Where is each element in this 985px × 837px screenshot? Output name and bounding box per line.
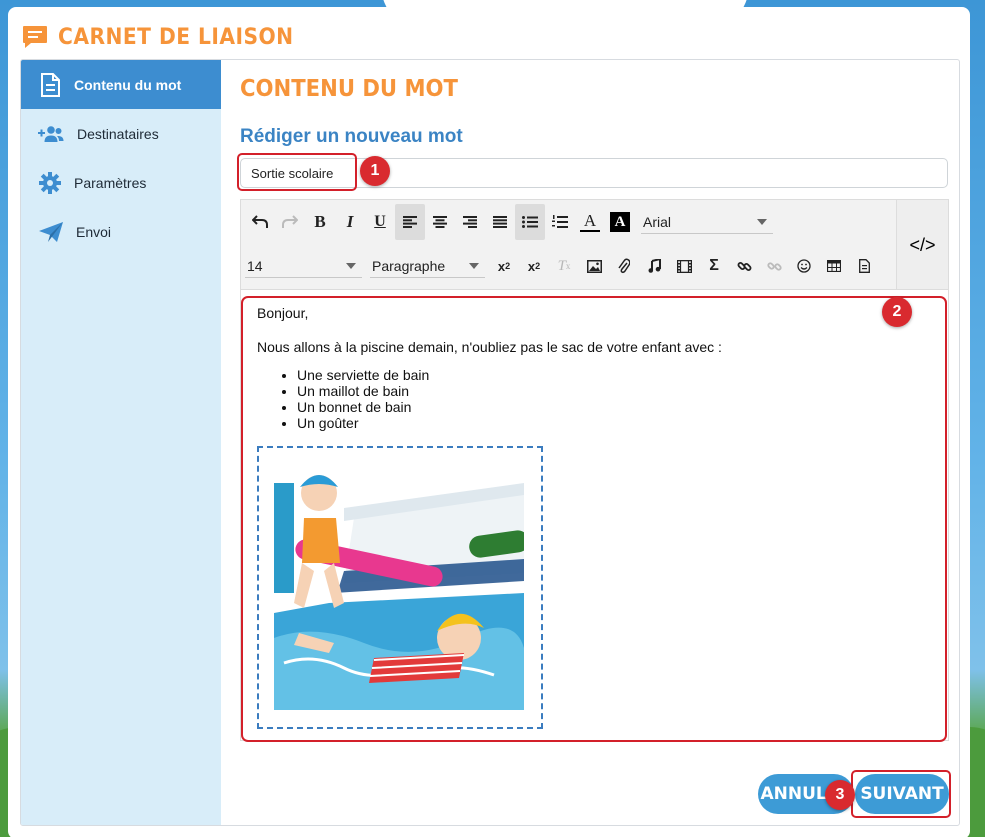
users-icon: [38, 122, 64, 146]
bullet-list-icon[interactable]: [515, 204, 545, 240]
block-format-value: Paragraphe: [372, 257, 446, 274]
sidebar-item-envoi[interactable]: Envoi: [21, 207, 221, 256]
sidebar-item-label: Paramètres: [74, 174, 147, 191]
align-left-icon[interactable]: [395, 204, 425, 240]
app-window: CARNET DE LIAISON Contenu du mot Destina…: [8, 7, 970, 837]
subscript-glyph: x: [497, 258, 506, 274]
code-icon[interactable]: </>: [896, 200, 948, 290]
superscript-glyph: x: [527, 258, 536, 274]
message-icon: [21, 23, 49, 51]
page-subtitle: Rédiger un nouveau mot: [240, 126, 463, 147]
sidebar-item-destinataires[interactable]: Destinataires: [21, 109, 221, 158]
font-color-bar: [580, 229, 600, 232]
emoji-icon[interactable]: [789, 248, 819, 284]
italic-icon[interactable]: I: [335, 204, 365, 240]
document-icon: [38, 72, 62, 97]
highlight-box-3: [851, 770, 951, 818]
bold-icon[interactable]: B: [305, 204, 335, 240]
content-panel: Contenu du mot Destinataires Paramètres …: [20, 59, 960, 826]
align-center-icon[interactable]: [425, 204, 455, 240]
template-icon[interactable]: [849, 248, 879, 284]
annotation-badge-3: 3: [825, 780, 855, 810]
superscript-index: 2: [535, 261, 541, 271]
sidebar-item-label: Envoi: [76, 223, 112, 240]
chevron-down-icon: [346, 262, 356, 269]
highlight-box-1: [237, 153, 357, 191]
align-right-icon[interactable]: [455, 204, 485, 240]
font-color-icon[interactable]: A: [575, 204, 605, 240]
paper-plane-icon: [38, 220, 64, 244]
editor-toolbar: B I U A A Arial 14 Paragraphe x 2 x 2 T …: [240, 199, 949, 290]
undo-icon[interactable]: [245, 204, 275, 240]
toolbar-row-1: B I U A A Arial: [245, 204, 773, 240]
app-header: CARNET DE LIAISON: [21, 19, 314, 55]
table-icon[interactable]: [819, 248, 849, 284]
superscript-icon[interactable]: x2: [519, 248, 549, 284]
gear-icon: [38, 171, 62, 195]
sidebar: Contenu du mot Destinataires Paramètres …: [21, 60, 221, 825]
attachment-icon[interactable]: [609, 248, 639, 284]
annotation-badge-2: 2: [882, 297, 912, 327]
main-content: CONTENU DU MOT Rédiger un nouveau mot 1 …: [221, 60, 959, 825]
numbered-list-icon[interactable]: [545, 204, 575, 240]
toolbar-row-2: 14 Paragraphe x2 x2 Tx Σ: [245, 248, 879, 284]
chevron-down-icon: [757, 218, 767, 225]
clear-format-icon[interactable]: Tx: [549, 248, 579, 284]
subscript-index: 2: [505, 261, 511, 271]
font-size-select[interactable]: 14: [245, 254, 362, 278]
formula-icon[interactable]: Σ: [699, 248, 729, 284]
sidebar-item-parametres[interactable]: Paramètres: [21, 158, 221, 207]
clear-format-glyph: T: [557, 257, 566, 274]
background-color-icon[interactable]: A: [605, 204, 635, 240]
subscript-icon[interactable]: x2: [489, 248, 519, 284]
chevron-down-icon: [469, 262, 479, 269]
font-family-value: Arial: [643, 213, 672, 230]
font-color-glyph: A: [583, 210, 597, 230]
font-family-select[interactable]: Arial: [641, 210, 773, 234]
unlink-icon[interactable]: [759, 248, 789, 284]
sidebar-item-label: Destinataires: [77, 125, 159, 142]
block-format-select[interactable]: Paragraphe: [370, 254, 485, 278]
link-icon[interactable]: [729, 248, 759, 284]
align-justify-icon[interactable]: [485, 204, 515, 240]
redo-icon[interactable]: [275, 204, 305, 240]
highlight-box-2: [241, 296, 947, 742]
underline-icon[interactable]: U: [365, 204, 395, 240]
annotation-badge-1: 1: [360, 156, 390, 186]
background-color-glyph: A: [610, 212, 630, 232]
font-size-value: 14: [247, 257, 263, 274]
image-icon[interactable]: [579, 248, 609, 284]
audio-icon[interactable]: [639, 248, 669, 284]
clear-format-x: x: [565, 261, 571, 271]
sidebar-item-contenu[interactable]: Contenu du mot: [21, 60, 221, 109]
sidebar-item-label: Contenu du mot: [74, 76, 182, 93]
video-icon[interactable]: [669, 248, 699, 284]
section-title: CONTENU DU MOT: [240, 76, 458, 102]
app-title: CARNET DE LIAISON: [58, 24, 294, 50]
